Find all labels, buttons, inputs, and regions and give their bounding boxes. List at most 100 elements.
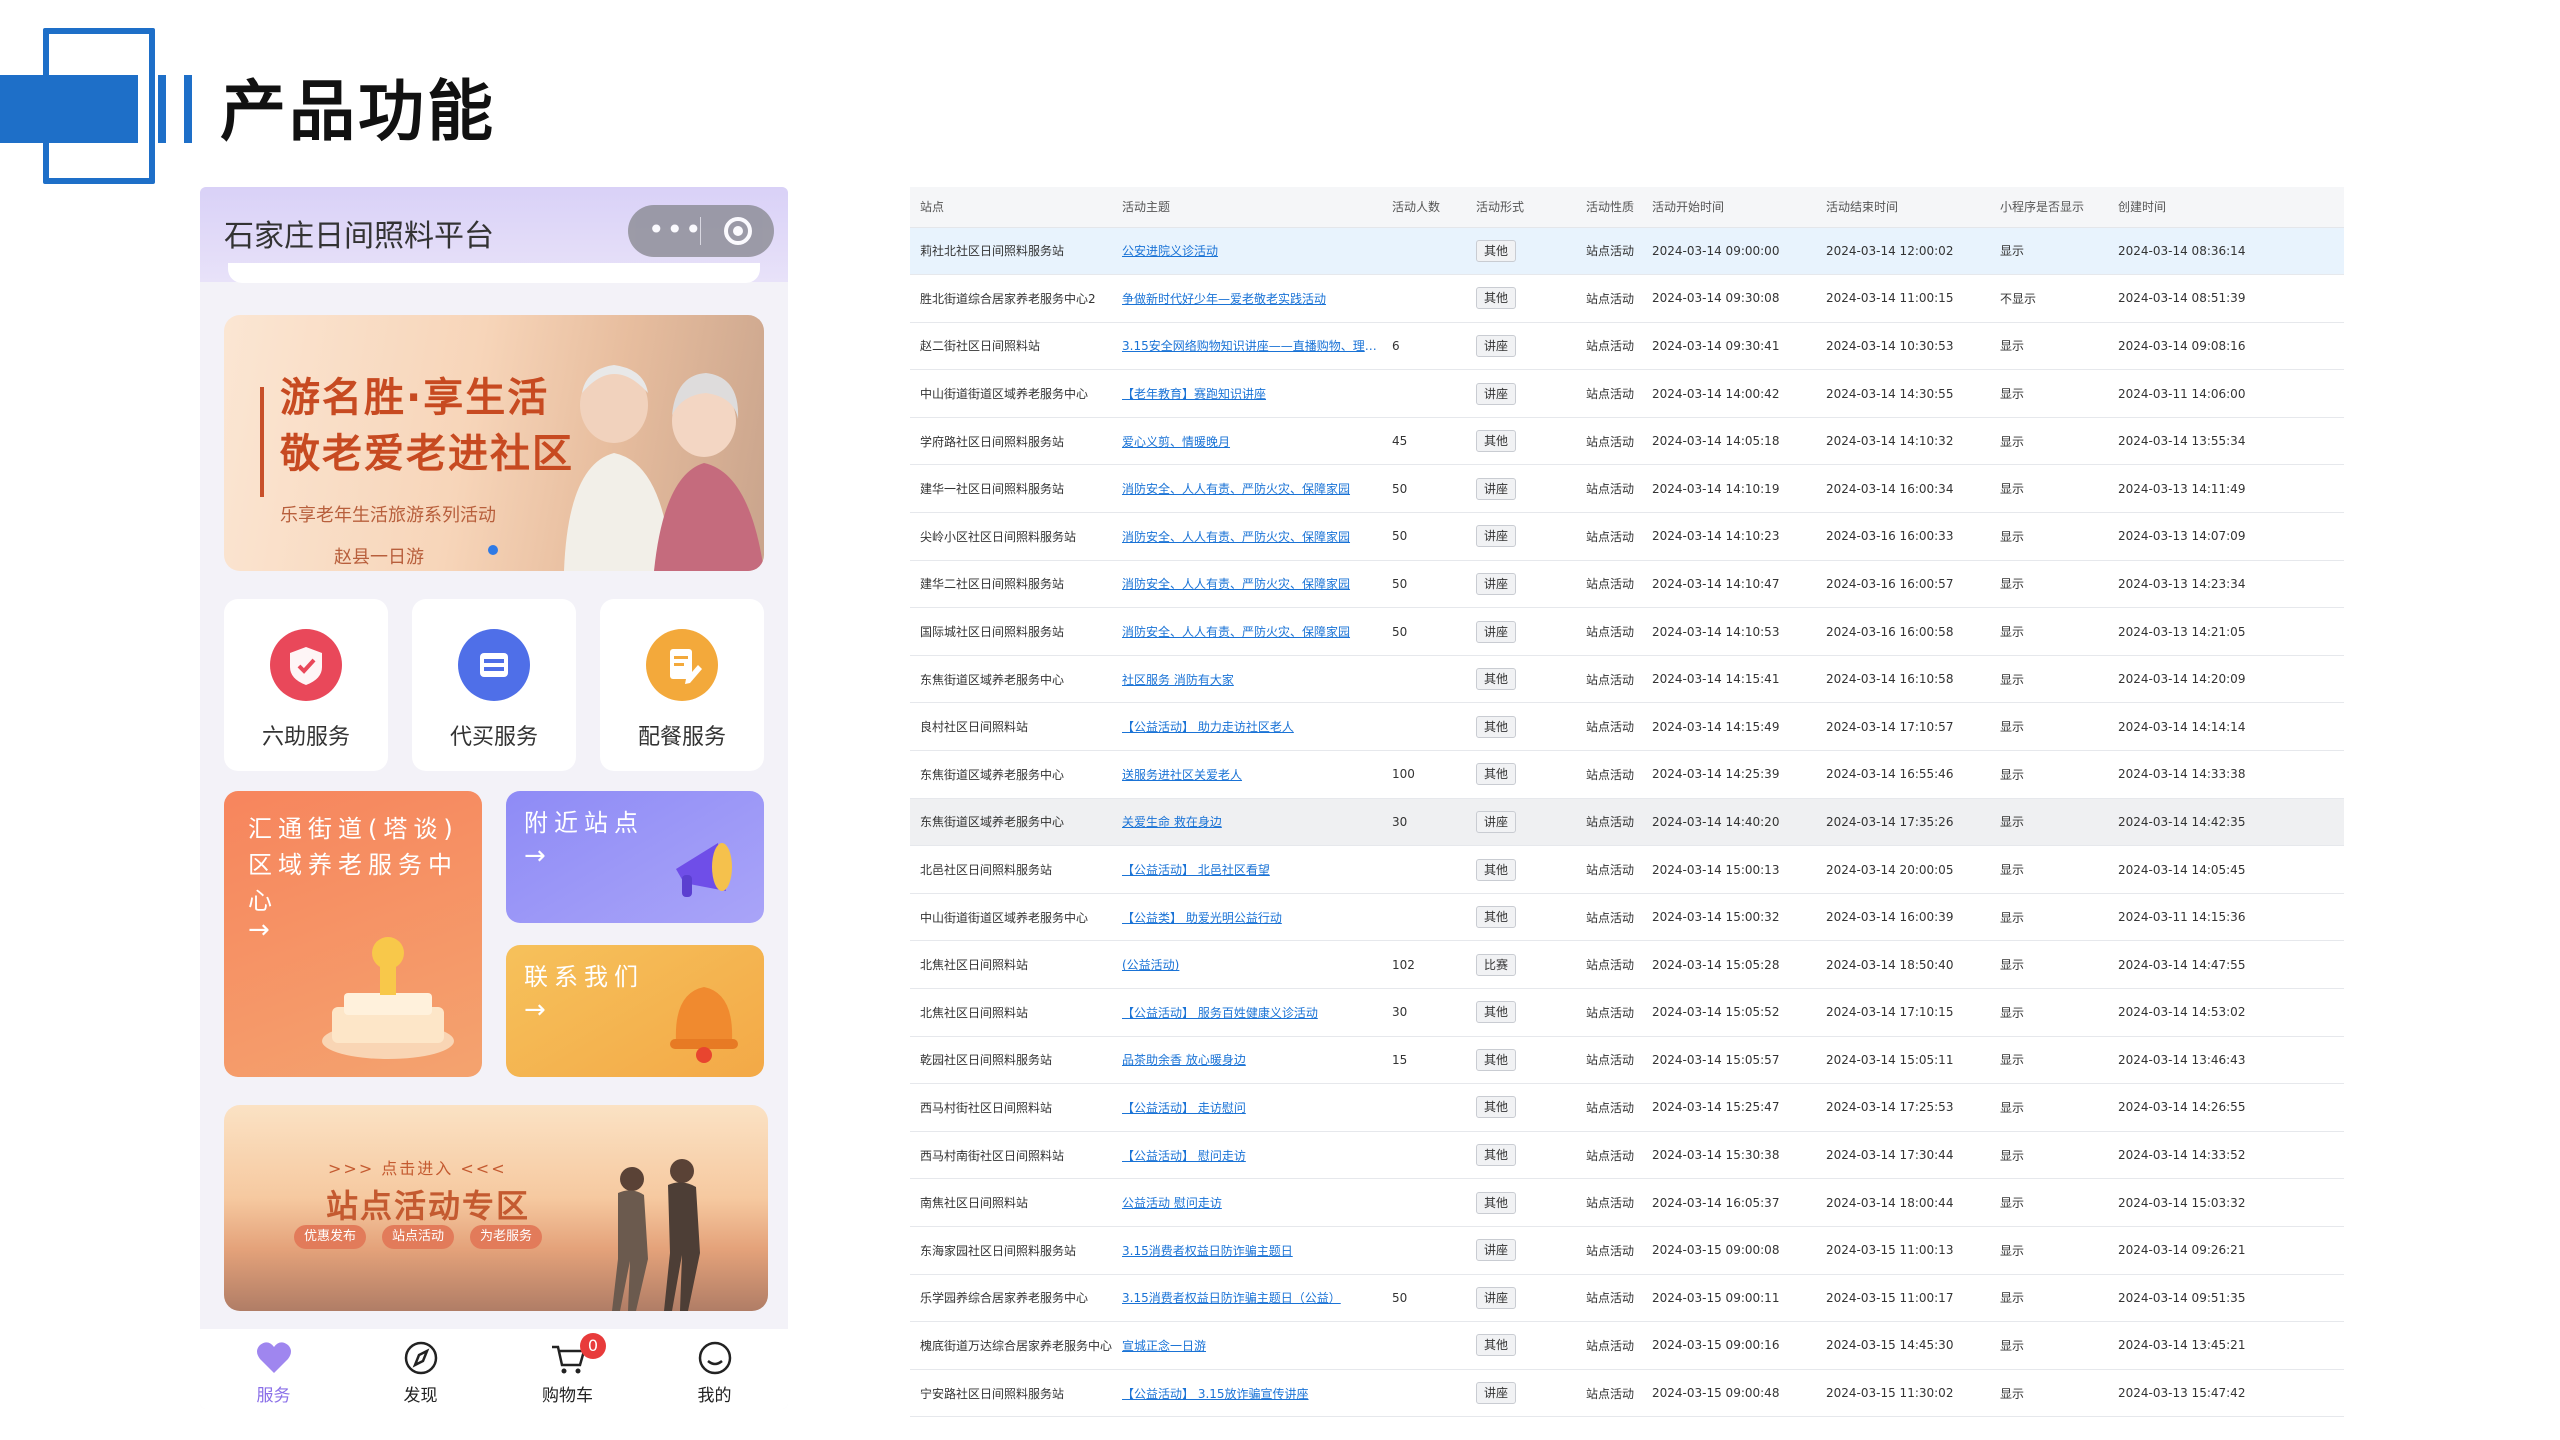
column-header[interactable]: 活动人数: [1382, 187, 1466, 228]
table-row[interactable]: 建华一社区日间照料服务站 消防安全、人人有责、严防火灾、保障家园 50 讲座 站点活动 2…: [910, 464, 2344, 514]
tab-discover[interactable]: 发现: [347, 1329, 494, 1409]
column-header[interactable]: 活动结束时间: [1816, 187, 1990, 228]
activity-theme-link[interactable]: 【公益活动】 3.15放诈骗宣传讲座: [1112, 1369, 1382, 1418]
activity-form-tag: 讲座: [1476, 1382, 1517, 1405]
table-cell-count: [1382, 227, 1466, 276]
activity-theme-link[interactable]: 【公益活动】 北邑社区看望: [1112, 845, 1382, 894]
table-cell-count: 50: [1382, 607, 1466, 656]
activity-theme-link[interactable]: 【公益活动】 助力走访社区老人: [1112, 702, 1382, 752]
table-row[interactable]: 莉社北社区日间照料服务站 公安进院义诊活动 其他 站点活动 2024-03-14 09:…: [910, 227, 2344, 276]
carousel-indicator[interactable]: [488, 545, 498, 555]
activity-theme-link[interactable]: 3.15安全网络购物知识讲座——直播购物、理性消费、...: [1112, 322, 1382, 371]
table-row[interactable]: 宁安路社区日间照料服务站 【公益活动】 3.15放诈骗宣传讲座 讲座 站点活动 2024…: [910, 1369, 2344, 1418]
station-activity-banner[interactable]: >>> 点击进入 <<< 站点活动专区 优惠发布 站点活动 为老服务: [224, 1105, 768, 1311]
activity-theme-link[interactable]: 公益活动 慰问走访: [1112, 1178, 1382, 1227]
close-miniprogram-icon[interactable]: [724, 217, 752, 245]
table-row[interactable]: 西马村南街社区日间照料站 【公益活动】 慰问走访 其他 站点活动 2024-03-14 …: [910, 1131, 2344, 1180]
activity-theme-link[interactable]: 【公益类】 助爱光明公益行动: [1112, 893, 1382, 942]
tab-cart[interactable]: 0 购物车: [494, 1329, 641, 1409]
activity-theme-link[interactable]: 送服务进社区关爱老人: [1112, 750, 1382, 799]
table-row[interactable]: 北邑社区日间照料服务站 【公益活动】 北邑社区看望 其他 站点活动 2024-03-14…: [910, 845, 2344, 894]
column-header[interactable]: 活动形式: [1466, 187, 1576, 228]
table-row[interactable]: 良村社区日间照料站 【公益活动】 助力走访社区老人 其他 站点活动 2024-03-14…: [910, 702, 2344, 752]
activity-theme-link[interactable]: 宣城正念一日游: [1112, 1321, 1382, 1370]
activity-form-tag: 其他: [1476, 763, 1517, 786]
table-cell-site: 西马村南街社区日间照料站: [910, 1131, 1112, 1180]
table-row[interactable]: 中山街道街道区域养老服务中心 【公益类】 助爱光明公益行动 其他 站点活动 2024-0…: [910, 893, 2344, 942]
table-cell-count: 50: [1382, 464, 1466, 514]
activity-theme-link[interactable]: 公安进院义诊活动: [1112, 227, 1382, 276]
column-header[interactable]: 活动性质: [1576, 187, 1642, 228]
table-row[interactable]: 乾园社区日间照料服务站 品茶助余香 放心暖身边 15 其他 站点活动 2024-03-14…: [910, 1036, 2344, 1085]
table-row[interactable]: 北焦社区日间照料站 (公益活动) 102 比赛 站点活动 2024-03-14 15:05…: [910, 940, 2344, 989]
service-center-tile[interactable]: 汇通街道(塔谈)区域养老服务中心 →: [224, 791, 482, 1077]
nearby-stations-tile[interactable]: 附近站点 →: [506, 791, 764, 923]
table-row[interactable]: 胜北街道综合居家养老服务中心2 争做新时代好少年—爱老敬老实践活动 其他 站点活动 20…: [910, 274, 2344, 323]
table-row[interactable]: 中山街道街道区域养老服务中心 【老年教育】赛跑知识讲座 讲座 站点活动 2024-03-…: [910, 369, 2344, 418]
table-cell-site: 北邑社区日间照料服务站: [910, 845, 1112, 894]
table-row[interactable]: 东焦街道区域养老服务中心 社区服务 消防有大家 其他 站点活动 2024-03-14 1…: [910, 655, 2344, 704]
activity-theme-link[interactable]: 品茶助余香 放心暖身边: [1112, 1036, 1382, 1085]
compass-icon: [404, 1341, 438, 1375]
table-row[interactable]: 东焦街道区域养老服务中心 关爱生命 救在身边 30 讲座 站点活动 2024-03-14 …: [910, 798, 2344, 847]
table-cell-show: 显示: [1990, 369, 2108, 418]
table-row[interactable]: 赵二街社区日间照料站3.15安全网络购物知识讲座——直播购物、理性消费、...6…: [910, 322, 2344, 371]
mini-program-capsule[interactable]: •••: [628, 205, 774, 257]
home-banner[interactable]: 游名胜·享生活 敬老爱老进社区 乐享老年生活旅游系列活动 赵县一日游: [224, 315, 764, 571]
table-row[interactable]: 尖岭小区社区日间照料服务站 消防安全、人人有责、严防火灾、保障家园 50 讲座 站点活动…: [910, 512, 2344, 561]
table-cell-show: 显示: [1990, 607, 2108, 656]
activity-theme-link[interactable]: 消防安全、人人有责、严防火灾、保障家园: [1112, 464, 1382, 514]
column-header[interactable]: 站点: [910, 187, 1112, 228]
table-row[interactable]: 建华二社区日间照料服务站 消防安全、人人有责、严防火灾、保障家园 50 讲座 站点活动 2…: [910, 560, 2344, 609]
table-cell-count: 50: [1382, 1274, 1466, 1323]
activity-theme-link[interactable]: 消防安全、人人有责、严防火灾、保障家园: [1112, 607, 1382, 656]
table-row[interactable]: 东海家园社区日间照料服务站 3.15消费者权益日防诈骗主题日 讲座 站点活动 2024-…: [910, 1226, 2344, 1275]
column-header[interactable]: 创建时间: [2108, 187, 2344, 228]
activity-theme-link[interactable]: 消防安全、人人有责、严防火灾、保障家园: [1112, 560, 1382, 609]
activity-form-tag: 其他: [1476, 239, 1517, 262]
table-cell-count: 30: [1382, 798, 1466, 847]
table-row[interactable]: 乐学园养综合居家养老服务中心 3.15消费者权益日防诈骗主题日（公益） 50 讲座 站点…: [910, 1274, 2344, 1323]
activity-theme-link[interactable]: 爱心义剪、情暖晚月: [1112, 417, 1382, 466]
table-cell-show: 显示: [1990, 1131, 2108, 1180]
mini-program-screen: 石家庄日间照料平台 ••• 游名胜·享生活 敬老爱老进社区 乐享老年生活旅游系列…: [200, 187, 788, 1409]
table-row[interactable]: 西马村街社区日间照料站 【公益活动】 走访慰问 其他 站点活动 2024-03-14 1…: [910, 1083, 2344, 1132]
table-cell-form: 其他: [1466, 988, 1576, 1037]
service-card-six-help[interactable]: 六助服务: [224, 599, 388, 771]
table-row[interactable]: 北焦社区日间照料站 【公益活动】 服务百姓健康义诊活动 30 其他 站点活动 2024-0…: [910, 988, 2344, 1037]
title-decoration-bar: [184, 75, 192, 143]
activity-theme-link[interactable]: (公益活动): [1112, 940, 1382, 989]
tab-service[interactable]: 服务: [200, 1329, 347, 1409]
activity-theme-link[interactable]: 3.15消费者权益日防诈骗主题日（公益）: [1112, 1274, 1382, 1323]
activity-theme-link[interactable]: 争做新时代好少年—爱老敬老实践活动: [1112, 274, 1382, 323]
contact-us-tile[interactable]: 联系我们 →: [506, 945, 764, 1077]
table-cell-count: 6: [1382, 322, 1466, 371]
activity-theme-link[interactable]: 3.15消费者权益日防诈骗主题日: [1112, 1226, 1382, 1275]
table-row[interactable]: 国际城社区日间照料服务站 消防安全、人人有责、严防火灾、保障家园 50 讲座 站点活动 2…: [910, 607, 2344, 656]
activity-theme-link[interactable]: 关爱生命 救在身边: [1112, 798, 1382, 847]
activity-theme-link[interactable]: 【公益活动】 服务百姓健康义诊活动: [1112, 988, 1382, 1037]
table-cell-form: 讲座: [1466, 464, 1576, 514]
table-row[interactable]: 槐底街道万达综合居家养老服务中心 宣城正念一日游 其他 站点活动 2024-03-15 …: [910, 1321, 2344, 1370]
tab-mine[interactable]: 我的: [641, 1329, 788, 1409]
table-cell-nature: 站点活动: [1576, 512, 1642, 561]
column-header[interactable]: 活动开始时间: [1642, 187, 1816, 228]
activity-theme-link[interactable]: 【公益活动】 慰问走访: [1112, 1131, 1382, 1180]
search-bar[interactable]: [228, 263, 760, 283]
table-cell-form: 讲座: [1466, 607, 1576, 656]
table-cell-form: 其他: [1466, 417, 1576, 466]
table-row[interactable]: 学府路社区日间照料服务站 爱心义剪、情暖晚月 45 其他 站点活动 2024-03-14 …: [910, 417, 2344, 466]
column-header[interactable]: 小程序是否显示: [1990, 187, 2108, 228]
more-icon[interactable]: •••: [648, 213, 704, 246]
activity-theme-link[interactable]: 消防安全、人人有责、严防火灾、保障家园: [1112, 512, 1382, 561]
service-card-meal[interactable]: 配餐服务: [600, 599, 764, 771]
column-header[interactable]: 活动主题: [1112, 187, 1382, 228]
table-row[interactable]: 东焦街道区域养老服务中心 送服务进社区关爱老人 100 其他 站点活动 2024-03-1…: [910, 750, 2344, 799]
service-card-proxy-buy[interactable]: 代买服务: [412, 599, 576, 771]
shopping-icon: [458, 629, 530, 701]
activity-form-tag: 讲座: [1476, 334, 1517, 357]
activity-theme-link[interactable]: 社区服务 消防有大家: [1112, 655, 1382, 704]
activity-theme-link[interactable]: 【老年教育】赛跑知识讲座: [1112, 369, 1382, 418]
activity-theme-link[interactable]: 【公益活动】 走访慰问: [1112, 1083, 1382, 1132]
table-row[interactable]: 南焦社区日间照料站 公益活动 慰问走访 其他 站点活动 2024-03-14 16:05…: [910, 1178, 2344, 1227]
